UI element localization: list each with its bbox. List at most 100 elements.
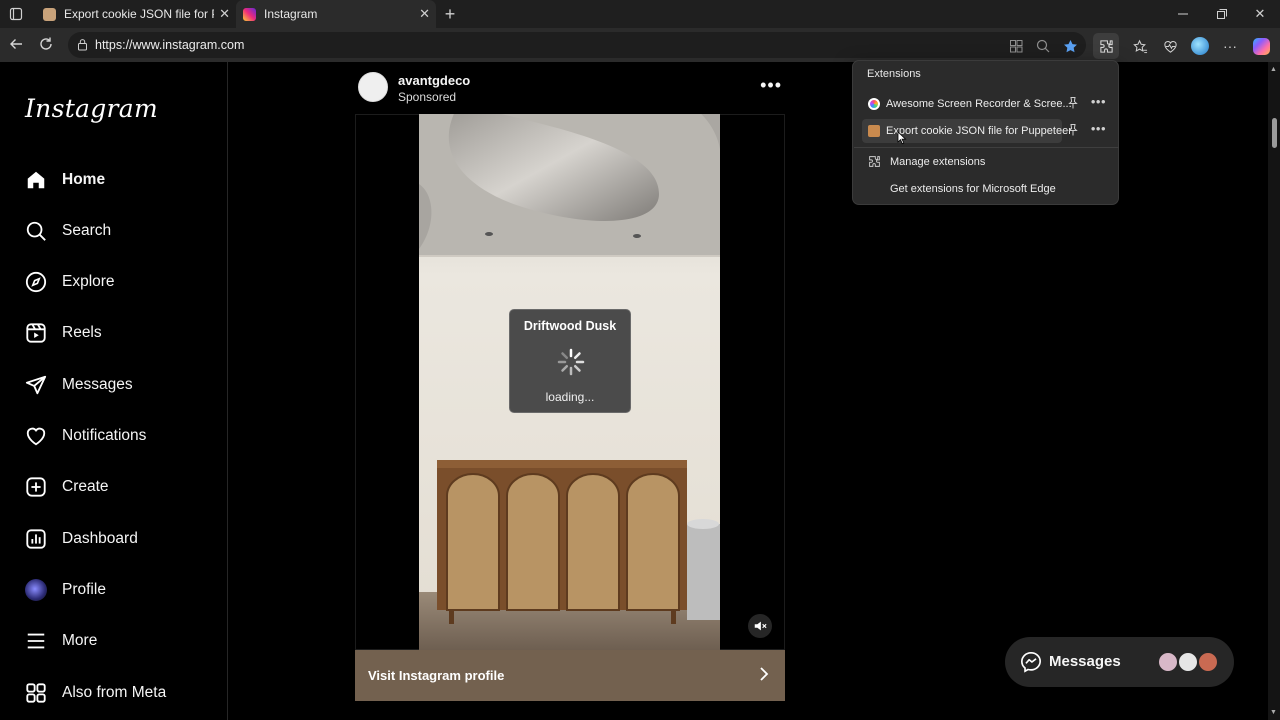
extension-item-screen-recorder[interactable]: Awesome Screen Recorder & Scree... •••: [859, 92, 1114, 116]
minimize-icon[interactable]: [1174, 5, 1192, 23]
extension-favicon-icon: [43, 7, 56, 21]
mute-button[interactable]: [748, 614, 772, 638]
post-username[interactable]: avantgdeco: [398, 73, 470, 88]
close-tab-icon[interactable]: ✕: [419, 7, 430, 21]
browser-toolbar: https://www.instagram.com: [0, 28, 1280, 62]
instagram-logo[interactable]: Instagram: [25, 94, 158, 123]
sidebar-item-label: Notifications: [62, 427, 147, 444]
app-available-icon[interactable]: [1007, 37, 1025, 55]
sidebar-item-explore[interactable]: Explore: [24, 267, 115, 297]
restore-icon[interactable]: [1213, 5, 1231, 23]
pin-icon[interactable]: [1066, 96, 1080, 110]
tab-export-cookie[interactable]: Export cookie JSON file for Puppeteer ✕: [36, 0, 236, 28]
mouse-cursor-icon: [897, 131, 907, 145]
extensions-header: Extensions: [867, 68, 921, 80]
visit-profile-button[interactable]: Visit Instagram profile: [355, 650, 785, 701]
extension-more-icon[interactable]: •••: [1091, 121, 1106, 136]
send-icon: [24, 373, 48, 397]
post-header: avantgdeco Sponsored •••: [356, 70, 784, 112]
new-tab-icon[interactable]: +: [441, 4, 459, 24]
url-text: https://www.instagram.com: [95, 38, 245, 52]
menu-icon: [24, 629, 48, 653]
divider: [854, 147, 1119, 148]
refresh-icon[interactable]: [37, 36, 55, 57]
lock-icon[interactable]: [77, 38, 88, 54]
favorite-star-icon[interactable]: [1061, 37, 1079, 55]
profile-avatar-icon[interactable]: [1191, 37, 1209, 55]
settings-more-icon[interactable]: ···: [1221, 37, 1239, 55]
sidebar-item-messages[interactable]: Messages: [24, 370, 133, 400]
extension-name: Export cookie JSON file for Puppeteer: [886, 125, 1072, 137]
sidebar-item-label: Reels: [62, 324, 102, 341]
zoom-icon[interactable]: [1034, 37, 1052, 55]
sidebar-item-create[interactable]: Create: [24, 472, 109, 502]
tab-title: Instagram: [264, 7, 318, 21]
chart-icon: [24, 527, 48, 551]
sidebar-item-label: Profile: [62, 581, 106, 598]
extension-more-icon[interactable]: •••: [1091, 94, 1106, 109]
home-icon: [24, 168, 48, 192]
manage-extensions-link[interactable]: Manage extensions: [890, 156, 985, 168]
back-icon[interactable]: [7, 36, 25, 57]
sidebar-item-more[interactable]: More: [24, 626, 97, 656]
extension-name: Awesome Screen Recorder & Scree...: [886, 98, 1072, 110]
browser-essentials-icon[interactable]: [1161, 37, 1179, 55]
grid-icon: [24, 681, 48, 705]
messages-label: Messages: [1049, 653, 1121, 670]
avatar-icon: [24, 578, 48, 602]
sidebar-item-label: Messages: [62, 376, 133, 393]
search-icon: [24, 219, 48, 243]
post-avatar[interactable]: [358, 72, 388, 102]
sponsored-label: Sponsored: [398, 90, 457, 104]
compass-icon: [24, 270, 48, 294]
heart-icon: [24, 424, 48, 448]
sidebar-item-label: Explore: [62, 273, 115, 290]
speaker-muted-icon: [754, 621, 767, 631]
visit-profile-label: Visit Instagram profile: [368, 668, 505, 683]
reels-icon: [24, 321, 48, 345]
contact-avatar: [1197, 651, 1219, 673]
close-window-icon[interactable]: ✕: [1251, 5, 1269, 23]
puzzle-icon: [869, 156, 880, 167]
messages-floating-button[interactable]: Messages: [1005, 637, 1234, 687]
address-bar[interactable]: https://www.instagram.com: [68, 32, 1086, 58]
sidebar-item-also-from-meta[interactable]: Also from Meta: [24, 678, 166, 708]
close-tab-icon[interactable]: ✕: [219, 7, 230, 21]
spinner-icon: [557, 348, 585, 376]
plus-square-icon: [24, 475, 48, 499]
tab-title: Export cookie JSON file for Puppeteer: [64, 7, 214, 21]
sidebar-item-reels[interactable]: Reels: [24, 318, 102, 348]
messenger-icon: [1021, 652, 1041, 673]
sidebar-item-label: Search: [62, 222, 112, 239]
chevron-right-icon: [760, 667, 769, 681]
instagram-favicon-icon: [243, 7, 256, 21]
scrollbar-thumb[interactable]: [1272, 118, 1277, 148]
contact-avatar: [1157, 651, 1179, 673]
copilot-icon[interactable]: [1252, 37, 1270, 55]
extensions-panel: Extensions Awesome Screen Recorder & Scr…: [852, 60, 1119, 205]
sidebar-item-profile[interactable]: Profile: [24, 575, 106, 605]
loading-status: loading...: [545, 390, 595, 404]
sidebar-item-home[interactable]: Home: [24, 165, 105, 195]
sidebar-item-label: Also from Meta: [62, 684, 167, 701]
get-extensions-link[interactable]: Get extensions for Microsoft Edge: [890, 183, 1056, 195]
browser-tab-bar: Export cookie JSON file for Puppeteer ✕ …: [0, 0, 1280, 28]
extensions-icon[interactable]: [1093, 33, 1119, 59]
post-options-icon[interactable]: •••: [760, 75, 782, 96]
sidebar-item-search[interactable]: Search: [24, 216, 111, 246]
screen-recorder-icon: [868, 98, 880, 110]
cookie-extension-icon: [868, 125, 880, 137]
tab-instagram[interactable]: Instagram ✕: [236, 0, 436, 28]
sidebar-item-dashboard[interactable]: Dashboard: [24, 524, 138, 554]
loading-title: Driftwood Dusk: [523, 319, 617, 333]
loading-dialog: Driftwood Dusk loading...: [509, 309, 631, 413]
sidebar-item-label: Dashboard: [62, 530, 138, 547]
sidebar-item-notifications[interactable]: Notifications: [24, 421, 146, 451]
sidebar-item-label: Home: [62, 171, 106, 188]
favorites-icon[interactable]: [1131, 37, 1149, 55]
tab-actions-icon[interactable]: [7, 5, 25, 23]
sidebar-item-label: Create: [62, 478, 109, 495]
sidebar-item-label: More: [62, 632, 98, 649]
page-scrollbar[interactable]: ▲ ▼: [1268, 62, 1280, 720]
pin-icon[interactable]: [1066, 123, 1080, 137]
